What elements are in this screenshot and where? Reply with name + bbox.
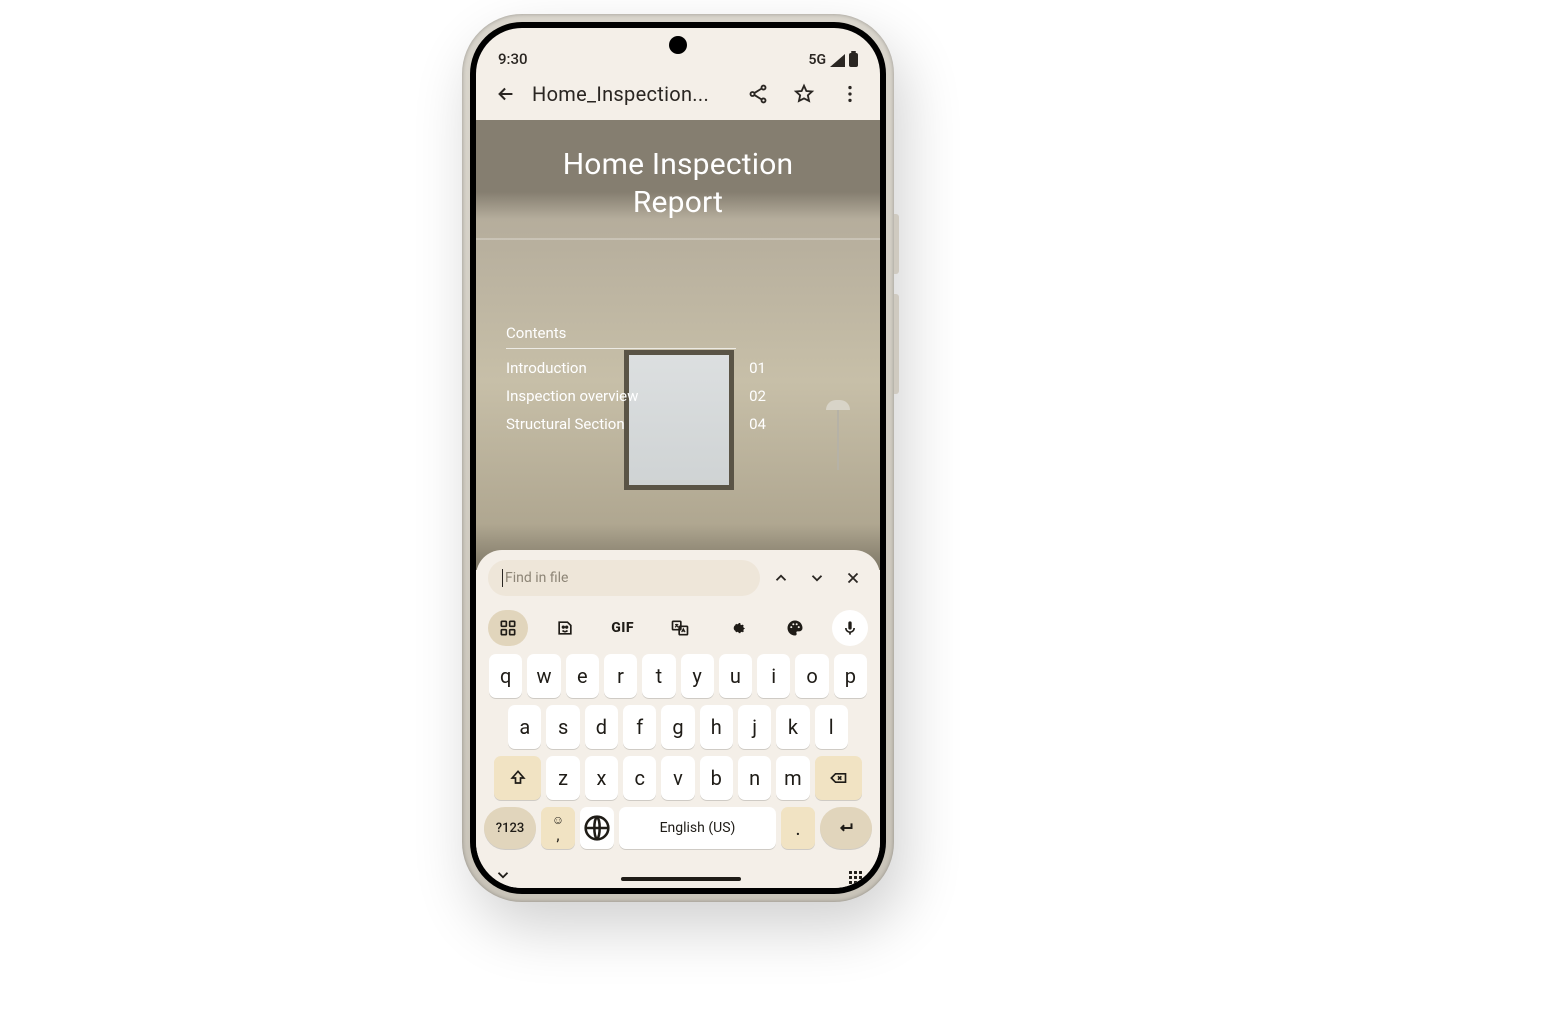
- key-r[interactable]: r: [604, 654, 637, 698]
- find-placeholder: Find in file: [505, 570, 568, 586]
- star-button[interactable]: [784, 74, 824, 114]
- screen: 9:30 5G Home_Inspection...: [476, 28, 880, 888]
- key-c[interactable]: c: [623, 756, 656, 800]
- kb-gif-icon[interactable]: GIF: [603, 610, 643, 646]
- kb-translate-icon[interactable]: [660, 610, 700, 646]
- key-w[interactable]: w: [527, 654, 560, 698]
- kb-sticker-icon[interactable]: [545, 610, 585, 646]
- key-x[interactable]: x: [585, 756, 618, 800]
- key-h[interactable]: h: [700, 705, 733, 749]
- kb-settings-icon[interactable]: [717, 610, 757, 646]
- key-f[interactable]: f: [623, 705, 656, 749]
- key-a[interactable]: a: [508, 705, 541, 749]
- period-key[interactable]: .: [781, 807, 815, 849]
- share-button[interactable]: [738, 74, 778, 114]
- find-bar: Find in file: [476, 550, 880, 602]
- status-network: 5G: [808, 52, 826, 68]
- find-prev-button[interactable]: [766, 563, 796, 593]
- contents-heading: Contents: [506, 324, 736, 349]
- more-button[interactable]: [830, 74, 870, 114]
- find-next-button[interactable]: [802, 563, 832, 593]
- space-key[interactable]: English (US): [619, 807, 776, 849]
- key-o[interactable]: o: [795, 654, 828, 698]
- toc-row: Introduction01: [506, 359, 766, 377]
- signal-icon: [830, 54, 845, 67]
- key-v[interactable]: v: [661, 756, 694, 800]
- key-d[interactable]: d: [585, 705, 618, 749]
- keyboard: GIF qwertyuiop asdfghjkl: [476, 602, 880, 888]
- document-title: Home Inspection Report: [476, 146, 880, 221]
- key-p[interactable]: p: [834, 654, 867, 698]
- key-b[interactable]: b: [700, 756, 733, 800]
- enter-key[interactable]: [820, 807, 872, 849]
- emoji-key[interactable]: ☺ ,: [541, 807, 575, 849]
- symbols-key[interactable]: ?123: [484, 807, 536, 849]
- key-y[interactable]: y: [681, 654, 714, 698]
- phone-frame: 9:30 5G Home_Inspection...: [462, 14, 894, 902]
- file-title: Home_Inspection...: [532, 82, 732, 106]
- shift-key[interactable]: [494, 756, 541, 800]
- key-s[interactable]: s: [546, 705, 579, 749]
- document-view[interactable]: Home Inspection Report Contents Introduc…: [476, 120, 880, 570]
- key-z[interactable]: z: [546, 756, 579, 800]
- kb-palette-icon[interactable]: [775, 610, 815, 646]
- find-close-button[interactable]: [838, 563, 868, 593]
- find-input[interactable]: Find in file: [488, 560, 760, 596]
- back-button[interactable]: [486, 74, 526, 114]
- app-bar: Home_Inspection...: [476, 68, 880, 120]
- front-camera: [669, 36, 687, 54]
- toc-row: Inspection overview02: [506, 387, 766, 405]
- key-n[interactable]: n: [738, 756, 771, 800]
- home-indicator[interactable]: [621, 877, 741, 881]
- key-e[interactable]: e: [566, 654, 599, 698]
- battery-icon: [849, 53, 858, 67]
- key-t[interactable]: t: [642, 654, 675, 698]
- status-time: 9:30: [498, 50, 528, 68]
- language-key[interactable]: [580, 807, 614, 849]
- key-i[interactable]: i: [757, 654, 790, 698]
- key-l[interactable]: l: [815, 705, 848, 749]
- key-m[interactable]: m: [776, 756, 809, 800]
- key-j[interactable]: j: [738, 705, 771, 749]
- kb-apps-icon[interactable]: [488, 610, 528, 646]
- key-q[interactable]: q: [489, 654, 522, 698]
- kb-mic-icon[interactable]: [832, 610, 868, 646]
- key-g[interactable]: g: [661, 705, 694, 749]
- toc-row: Structural Section04: [506, 415, 766, 433]
- key-k[interactable]: k: [776, 705, 809, 749]
- key-u[interactable]: u: [719, 654, 752, 698]
- backspace-key[interactable]: [815, 756, 862, 800]
